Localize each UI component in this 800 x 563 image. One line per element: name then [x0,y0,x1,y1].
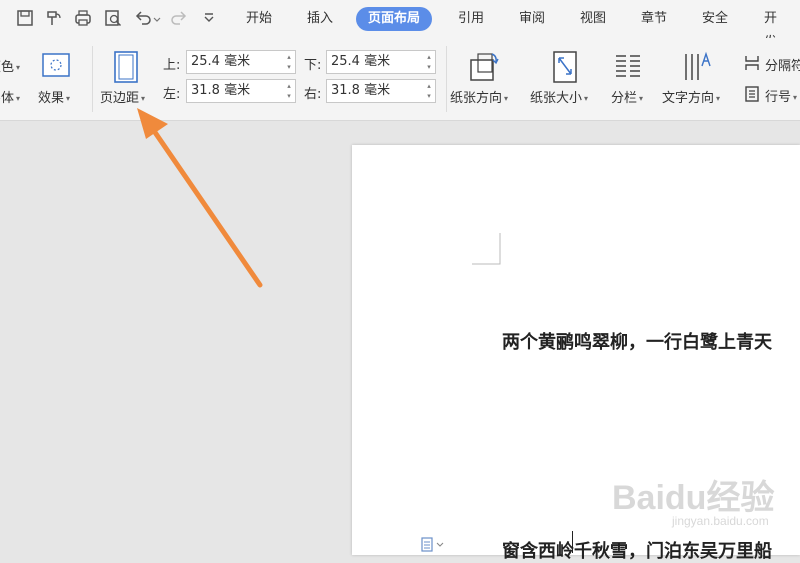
annotation-arrow [137,108,263,288]
